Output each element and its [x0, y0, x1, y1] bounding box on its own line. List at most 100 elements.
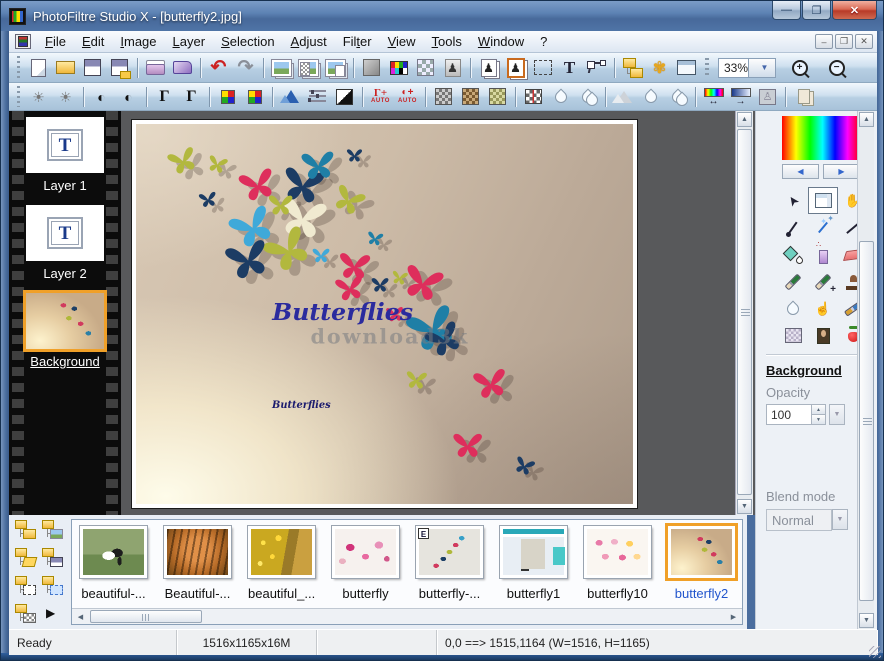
figure-button[interactable] [439, 56, 466, 80]
undo-button[interactable] [205, 56, 232, 80]
thumbnail-image[interactable] [668, 526, 735, 578]
sdrop-button[interactable] [637, 85, 664, 109]
nozzle-tool[interactable] [808, 322, 838, 349]
panel-scroll-thumb[interactable] [859, 241, 874, 601]
menu-window[interactable]: Window [470, 32, 532, 51]
zoom-select[interactable]: 33% ▼ [718, 58, 776, 78]
explorer-img-button[interactable] [40, 519, 64, 541]
color-next-button[interactable]: ▶ [823, 164, 860, 179]
smudge-tool[interactable] [808, 295, 838, 322]
menu-edit[interactable]: Edit [74, 32, 112, 51]
hist-button[interactable] [277, 85, 304, 109]
thumbnail-image[interactable] [332, 526, 399, 578]
photo-button[interactable] [268, 56, 295, 80]
scroll-down-icon[interactable]: ▼ [737, 499, 752, 514]
filmstrip-item-butterfly1[interactable]: butterfly1 [500, 526, 567, 601]
photopg-button[interactable] [322, 56, 349, 80]
filmstrip-item-butterfly[interactable]: Ebutterfly-... [416, 526, 483, 601]
g1-button[interactable] [430, 85, 457, 109]
minimize-button[interactable]: — [772, 1, 801, 20]
dith-button[interactable] [520, 85, 547, 109]
autog-button[interactable] [367, 85, 394, 109]
new-button[interactable] [25, 56, 52, 80]
brim-button[interactable] [25, 85, 52, 109]
document-icon[interactable] [15, 34, 31, 49]
neg-button[interactable] [331, 85, 358, 109]
menu-tools[interactable]: Tools [424, 32, 470, 51]
zoom-out-button[interactable] [823, 56, 850, 80]
brip-button[interactable] [52, 85, 79, 109]
filmstrip-scrollbar[interactable]: ◀ ▶ [72, 608, 742, 624]
canvas-scroll-thumb[interactable] [737, 129, 752, 495]
color-prev-button[interactable]: ◀ [782, 164, 819, 179]
gamm-button[interactable] [151, 85, 178, 109]
checker-button[interactable] [412, 56, 439, 80]
modwin-button[interactable] [673, 56, 700, 80]
flower-button[interactable] [646, 56, 673, 80]
conp-button[interactable] [115, 85, 142, 109]
resize-grip[interactable] [869, 646, 881, 658]
thumbnail-image[interactable]: E [416, 526, 483, 578]
layer-thumbnail[interactable]: T [26, 205, 104, 261]
spray-tool[interactable] [808, 241, 838, 268]
g3-button[interactable] [484, 85, 511, 109]
thumbnail-image[interactable] [80, 526, 147, 578]
explorer-save-button[interactable] [40, 547, 64, 569]
gamp-button[interactable] [178, 85, 205, 109]
explorer-new-button[interactable] [13, 519, 37, 541]
autoc-button[interactable] [394, 85, 421, 109]
print-button[interactable] [142, 56, 169, 80]
layer-thumbnail[interactable] [26, 293, 104, 349]
relief-button[interactable] [754, 85, 781, 109]
menu-filter[interactable]: Filter [335, 32, 380, 51]
conm-button[interactable] [88, 85, 115, 109]
menu-view[interactable]: View [380, 32, 424, 51]
thumbnail-image[interactable] [248, 526, 315, 578]
wand-tool[interactable] [808, 214, 838, 241]
blur-tool[interactable] [778, 295, 808, 322]
explorer-play-button[interactable] [40, 603, 64, 625]
layer-thumbnail[interactable]: T [26, 117, 104, 173]
layer-item-layer1[interactable]: TLayer 1 [26, 117, 104, 193]
explorer-open-button[interactable] [13, 547, 37, 569]
save-button[interactable] [79, 56, 106, 80]
explorer-check-button[interactable] [13, 603, 37, 625]
blend-dropdown-icon[interactable]: ▼ [832, 509, 848, 530]
opacity-dropdown-icon[interactable]: ▼ [829, 404, 845, 425]
sharp-button[interactable] [610, 85, 637, 109]
redo-button[interactable] [232, 56, 259, 80]
path-button[interactable] [583, 56, 610, 80]
explorer-sel-button[interactable] [13, 575, 37, 597]
filmstrip-item-beautiful[interactable]: beautiful_... [248, 526, 315, 601]
close-button[interactable]: ✕ [832, 1, 877, 20]
brushp-tool[interactable] [808, 268, 838, 295]
drop-button[interactable] [547, 85, 574, 109]
panel-scroll-up-icon[interactable]: ▲ [859, 112, 874, 127]
graysq-button[interactable] [358, 56, 385, 80]
filmstrip-item-butterfly10[interactable]: butterfly10 [584, 526, 651, 601]
copy2-button[interactable] [790, 85, 817, 109]
saveas-button[interactable] [106, 56, 133, 80]
thumbnail-image[interactable] [164, 526, 231, 578]
text-button[interactable] [556, 56, 583, 80]
layero-button[interactable] [502, 56, 529, 80]
manager-tool[interactable] [808, 187, 838, 214]
g2-button[interactable] [457, 85, 484, 109]
fill-tool[interactable] [778, 241, 808, 268]
zoom-in-button[interactable] [786, 56, 813, 80]
zoom-dropdown-arrow-icon[interactable]: ▼ [748, 59, 775, 77]
open-button[interactable] [52, 56, 79, 80]
levels-button[interactable] [304, 85, 331, 109]
mdi-minimize-button[interactable]: – [815, 34, 833, 49]
scan-button[interactable] [169, 56, 196, 80]
pipette-tool[interactable] [778, 214, 808, 241]
satp-button[interactable] [241, 85, 268, 109]
menu-file[interactable]: File [37, 32, 74, 51]
maximize-button[interactable]: ❐ [802, 1, 831, 20]
palette-button[interactable] [385, 56, 412, 80]
color-spectrum-picker[interactable] [782, 116, 860, 160]
photock-button[interactable] [295, 56, 322, 80]
ftree-button[interactable] [619, 56, 646, 80]
deform-tool[interactable] [778, 322, 808, 349]
filmstrip-scroll-thumb[interactable] [90, 610, 202, 623]
